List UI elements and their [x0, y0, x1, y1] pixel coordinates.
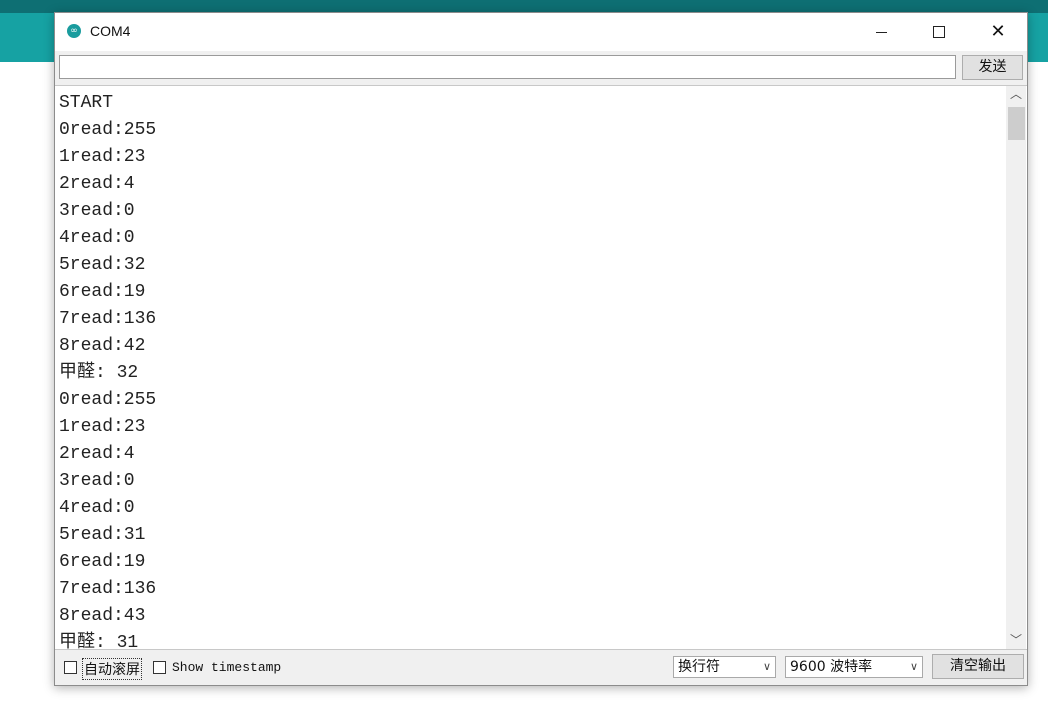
output-line: 3read:0 [59, 471, 135, 491]
scroll-up-icon[interactable]: ︿ [1006, 86, 1026, 103]
output-line: 0read:255 [59, 390, 157, 410]
scroll-thumb[interactable] [1008, 107, 1025, 140]
maximize-icon [933, 26, 945, 38]
serial-monitor-window: ∞ COM4 ✕ 发送 START 0read:255 1read:23 2read:… [54, 12, 1028, 686]
autoscroll-checkbox[interactable] [64, 661, 77, 674]
output-line: 1read:23 [59, 147, 146, 167]
serial-output[interactable]: START 0read:255 1read:23 2read:4 3read:0 4rea… [55, 85, 1027, 650]
output-lines: START 0read:255 1read:23 2read:4 3read:0 4rea… [59, 90, 999, 650]
output-line: 4read:0 [59, 228, 135, 248]
close-button[interactable]: ✕ [969, 13, 1027, 51]
output-line: 6read:19 [59, 552, 146, 572]
timestamp-label[interactable]: Show timestamp [172, 660, 281, 675]
output-line: 5read:32 [59, 255, 146, 275]
vertical-scrollbar[interactable]: ︿ ﹀ [1006, 86, 1026, 649]
close-icon: ✕ [990, 21, 1006, 42]
output-line: 7read:136 [59, 309, 157, 329]
output-line: 3read:0 [59, 201, 135, 221]
clear-output-button[interactable]: 清空输出 [932, 654, 1024, 679]
window-title: COM4 [90, 23, 131, 39]
chevron-down-icon: ∨ [762, 660, 771, 673]
minimize-icon [875, 31, 887, 33]
status-bar: 自动滚屏 Show timestamp 换行符 ∨ 9600 波特率 ∨ 清空输… [55, 650, 1027, 685]
chevron-down-icon: ∨ [909, 660, 918, 673]
timestamp-checkbox[interactable] [153, 661, 166, 674]
output-line: 8read:43 [59, 606, 146, 626]
maximize-button[interactable] [910, 13, 968, 51]
output-line: 7read:136 [59, 579, 157, 599]
baud-rate-value: 9600 波特率 [790, 659, 873, 675]
output-line: START [59, 93, 114, 113]
output-line: 6read:19 [59, 282, 146, 302]
arduino-icon: ∞ [67, 24, 81, 38]
output-line: 甲醛: 32 [59, 363, 139, 383]
output-line: 甲醛: 31 [59, 633, 139, 650]
output-line: 4read:0 [59, 498, 135, 518]
minimize-button[interactable] [852, 13, 910, 51]
output-line: 8read:42 [59, 336, 146, 356]
output-line: 5read:31 [59, 525, 146, 545]
scroll-down-icon[interactable]: ﹀ [1006, 632, 1026, 649]
line-ending-select[interactable]: 换行符 ∨ [673, 656, 776, 678]
send-button[interactable]: 发送 [962, 55, 1023, 80]
line-ending-value: 换行符 [678, 659, 720, 675]
send-input[interactable] [59, 55, 956, 79]
output-line: 1read:23 [59, 417, 146, 437]
output-line: 2read:4 [59, 174, 135, 194]
output-line: 2read:4 [59, 444, 135, 464]
autoscroll-label[interactable]: 自动滚屏 [82, 658, 142, 680]
output-line: 0read:255 [59, 120, 157, 140]
title-bar[interactable]: ∞ COM4 ✕ [55, 13, 1027, 51]
baud-rate-select[interactable]: 9600 波特率 ∨ [785, 656, 923, 678]
